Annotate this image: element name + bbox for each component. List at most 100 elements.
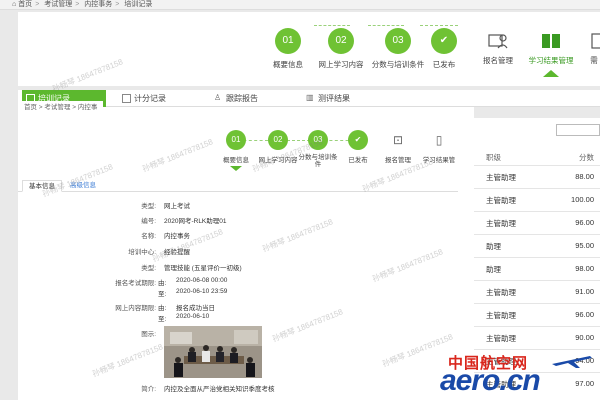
breadcrumb-item[interactable]: 首页 [18,1,32,8]
cell-score: 95.00 [575,241,594,250]
step-label: 已发布 [432,60,456,69]
workflow-stepbar-inner: 01 概要信息 02 网上学习内容 03 分数与培训条件 ✔ 已发布 ⊡ 报名管… [200,130,460,178]
cell-score: 91.00 [575,287,594,296]
field-value: 网上考试 [164,203,190,210]
cell-job: 主管助理 [486,288,516,297]
breadcrumb-current: 内控事 [77,104,98,111]
partial-icon [584,30,600,52]
tab-learning-results[interactable]: 学习结果管理 [521,30,581,77]
grid-icon [122,94,131,103]
checkmark-icon: ✔ [348,130,368,150]
field-label: 类型: [141,265,156,272]
field-label: 网上内容期限: [115,305,156,312]
step-connector [314,25,350,26]
search-input[interactable] [556,124,600,136]
tab-label: 计分记录 [134,94,166,103]
step-score-conditions[interactable]: 03 分数与培训条件 [298,130,338,168]
column-header-score: 分数 [579,153,594,162]
field-sublabel: 由: [158,280,167,287]
tab-score-records[interactable]: 计分记录 [118,90,198,107]
step-published[interactable]: ✔ 已发布 [340,130,376,164]
tab-evaluation-results[interactable]: ▥ 测评结果 [302,90,382,107]
tab-label: 报名管理 [385,157,411,164]
field-sublabel: 至: [158,316,167,323]
tab-advanced-info[interactable]: 高级信息 [64,180,102,192]
field-label: 名称: [141,233,156,240]
field-value: 管理技能 (五星评价一初级) [164,265,242,272]
table-row: 主管助理 90.00 [474,326,600,349]
training-photo [164,326,262,378]
aero-cn-logo: 中国航空网 aero.cn [430,352,600,400]
table-row: 主管助理 96.00 [474,211,600,234]
tab-tracking-report[interactable]: ♙ 跟踪报告 [210,90,290,107]
book-icon [538,30,564,52]
logo-text-en: aero.cn [440,364,541,397]
home-icon: ⌂ [12,1,17,8]
field-value: 内控及全面从严治党相关知识季度考核 [164,386,275,393]
cell-job: 主管助理 [486,173,516,182]
field-label: 培训中心: [128,249,156,256]
tab-basic-info[interactable]: 基本信息 [22,180,62,192]
breadcrumb-item[interactable]: 考试管理 [44,104,70,111]
step-label: 网上学习内容 [258,157,298,164]
tab-label: 需 [590,56,598,65]
step-overview[interactable]: 01 概要信息 [218,130,254,171]
cell-score: 96.00 [575,218,594,227]
tab-learning-results[interactable]: ▯ 学习结果管 [418,130,460,164]
tab-registration[interactable]: ⊡ 报名管理 [380,130,416,164]
field-sublabel: 由: [158,305,167,312]
step-label: 分数与培训条件 [298,154,338,168]
tab-label: 学习结果管 [422,157,456,164]
book-icon: ▯ [435,133,443,147]
step-number: 02 [328,28,354,54]
field-value: 2020网考-RLK助理01 [164,218,227,225]
step-online-content[interactable]: 02 网上学习内容 [256,130,300,164]
cell-job: 主管助理 [486,311,516,320]
breadcrumb-item[interactable]: 首页 [24,104,37,111]
field-value: 报名成功当日 [176,305,215,312]
table-row: 主管助理 96.00 [474,303,600,326]
field-label: 简介: [141,386,156,393]
field-label: 类型: [141,203,156,210]
breadcrumb: ⌂ 首页 > 考试管理 > 内控事务 > 培训记录 [0,0,600,10]
step-number: 01 [275,28,301,54]
table-row: 主管助理 88.00 [474,165,600,188]
table-row: 主管助理 91.00 [474,280,600,303]
cell-score: 88.00 [575,172,594,181]
person-card-icon: ⊡ [392,133,404,147]
tab-label: 跟踪报告 [226,94,258,103]
step-connector [368,25,404,26]
field-value: 经验提醒 [164,249,190,256]
field-label: 图示: [141,331,156,338]
checkmark-icon: ✔ [431,28,457,54]
table-row: 助理 98.00 [474,257,600,280]
active-step-indicator [230,166,242,171]
step-number: 02 [268,130,288,150]
breadcrumb-current: 培训记录 [124,1,153,8]
tab-registration[interactable]: 报名管理 [473,30,523,66]
table-row: 助理 95.00 [474,234,600,257]
tab-label: 测评结果 [318,94,350,103]
cell-job: 主管助理 [486,334,516,343]
tab-partial[interactable]: 需 [584,30,600,66]
step-published[interactable]: ✔ 已发布 [416,28,472,70]
cell-job: 助理 [486,265,501,274]
workflow-stepbar: 01 概要信息 02 网上学习内容 03 分数与培训条件 ✔ 已发布 报名管理 … [18,12,600,86]
cell-score: 100.00 [571,195,594,204]
field-label: 编号: [141,218,156,225]
field-label: 报名考试期限: [115,280,156,287]
field-sublabel: 至: [158,291,167,298]
step-number: 03 [308,130,328,150]
airplane-icon [552,356,592,368]
step-connector [420,25,458,26]
table-row: 主管助理 100.00 [474,188,600,211]
cell-job: 主管助理 [486,219,516,228]
info-subtabs: 基本信息 高级信息 [18,180,458,192]
breadcrumb-item[interactable]: 考试管理 [44,1,72,8]
step-label: 概要信息 [223,157,249,164]
cell-job: 主管助理 [486,196,516,205]
breadcrumb-item[interactable]: 内控事务 [84,1,112,8]
step-label: 已发布 [348,157,368,164]
field-value: 内控事务 [164,233,190,240]
cell-score: 90.00 [575,333,594,342]
